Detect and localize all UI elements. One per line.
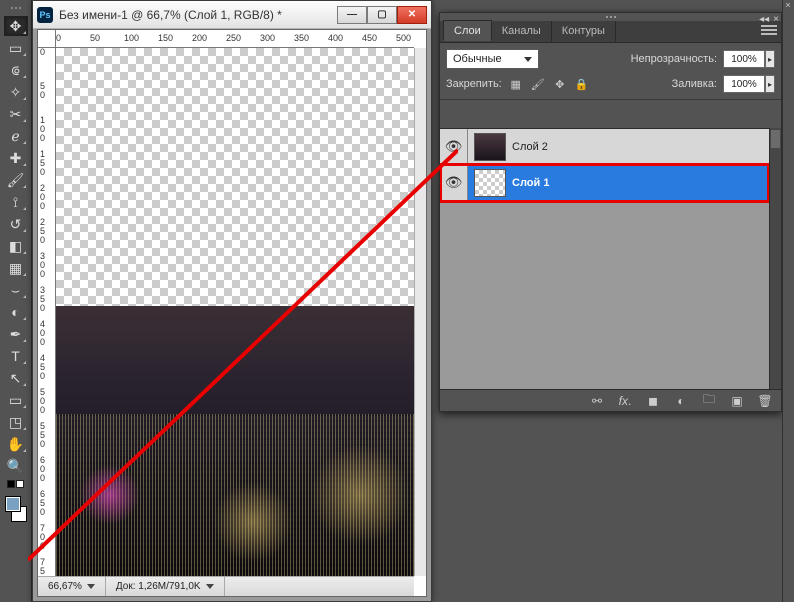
lock-transparency-icon[interactable]: ▦: [508, 76, 524, 92]
layer-scrollbar[interactable]: [769, 128, 781, 389]
lasso-tool[interactable]: ⟃: [4, 60, 28, 80]
layer-fx-icon[interactable]: fx.: [615, 393, 635, 409]
blur-tool[interactable]: ⌣: [4, 280, 28, 300]
status-bar: 66,67% Док: 1,26M/791,0K: [38, 576, 414, 596]
lock-label: Закрепить:: [446, 78, 502, 90]
shape-tool[interactable]: ▭: [4, 390, 28, 410]
lock-pixels-icon[interactable]: 🖌: [530, 76, 546, 92]
lock-all-icon[interactable]: 🔒: [574, 76, 590, 92]
move-tool[interactable]: ✥: [4, 16, 28, 36]
layer-mask-icon[interactable]: ◼: [643, 393, 663, 409]
stamp-tool[interactable]: ⟟: [4, 192, 28, 212]
type-tool[interactable]: T: [4, 346, 28, 366]
opacity-label: Непрозрачность:: [631, 53, 717, 65]
eyedropper-tool[interactable]: ℯ: [4, 126, 28, 146]
minimize-button[interactable]: —: [337, 6, 367, 24]
group-icon[interactable]: 🗀: [699, 393, 719, 409]
layers-panel-footer: ⚯ fx. ◼ ◐ 🗀 ▣ 🗑: [440, 389, 781, 411]
maximize-button[interactable]: ▢: [367, 6, 397, 24]
opacity-input[interactable]: 100%: [723, 50, 765, 68]
new-layer-icon[interactable]: ▣: [727, 393, 747, 409]
tab-channels[interactable]: Каналы: [492, 21, 552, 42]
fill-input[interactable]: 100%: [723, 75, 765, 93]
tab-paths[interactable]: Контуры: [552, 21, 616, 42]
layer-list[interactable]: 👁 Слой 2 👁 Слой 1: [440, 128, 769, 389]
document-title: Без имени-1 @ 66,7% (Слой 1, RGB/8) *: [59, 8, 331, 22]
close-button[interactable]: ✕: [397, 6, 427, 24]
tab-layers[interactable]: Слои: [443, 20, 492, 41]
layers-panel: ◂◂ × Слои Каналы Контуры Обычные Непрозр…: [439, 12, 782, 412]
opacity-arrow[interactable]: ▸: [765, 50, 775, 68]
layer-row-selected[interactable]: 👁 Слой 1: [440, 165, 769, 201]
dodge-tool[interactable]: ◐: [4, 302, 28, 322]
zoom-status[interactable]: 66,67%: [38, 577, 106, 596]
panel-menu-icon[interactable]: [761, 23, 777, 37]
panel-tabs: Слои Каналы Контуры: [440, 21, 781, 43]
ruler-horizontal[interactable]: 050100150200250300350400450500: [56, 30, 414, 48]
palette-dock[interactable]: ×: [782, 0, 794, 602]
layer-row[interactable]: 👁 Слой 2: [440, 129, 769, 165]
app-icon: Ps: [37, 7, 53, 23]
zoom-tool[interactable]: 🔍: [4, 456, 28, 476]
ruler-origin[interactable]: [38, 30, 56, 48]
fill-label: Заливка:: [672, 78, 717, 90]
color-swatch[interactable]: [3, 494, 29, 524]
fill-arrow[interactable]: ▸: [765, 75, 775, 93]
history-brush-tool[interactable]: ↺: [4, 214, 28, 234]
lock-position-icon[interactable]: ✥: [552, 76, 568, 92]
path-select-tool[interactable]: ↖: [4, 368, 28, 388]
crop-tool[interactable]: ✂: [4, 104, 28, 124]
3d-tool[interactable]: ◳: [4, 412, 28, 432]
hand-tool[interactable]: ✋: [4, 434, 28, 454]
pen-tool[interactable]: ✒: [4, 324, 28, 344]
annotation-line: [28, 130, 458, 570]
layer-name[interactable]: Слой 1: [512, 177, 549, 189]
marquee-tool[interactable]: ▭: [4, 38, 28, 58]
link-layers-icon[interactable]: ⚯: [587, 393, 607, 409]
eraser-tool[interactable]: ◧: [4, 236, 28, 256]
dock-collapse-icon[interactable]: ×: [782, 0, 794, 12]
delete-layer-icon[interactable]: 🗑: [755, 393, 775, 409]
adjustment-layer-icon[interactable]: ◐: [671, 393, 691, 409]
layer-thumbnail[interactable]: [474, 133, 506, 161]
healing-tool[interactable]: ✚: [4, 148, 28, 168]
blend-mode-select[interactable]: Обычные: [446, 49, 539, 69]
layer-name[interactable]: Слой 2: [512, 141, 548, 153]
brush-tool[interactable]: 🖌: [4, 170, 28, 190]
wand-tool[interactable]: ✧: [4, 82, 28, 102]
titlebar[interactable]: Ps Без имени-1 @ 66,7% (Слой 1, RGB/8) *…: [33, 1, 431, 29]
layer-thumbnail[interactable]: [474, 169, 506, 197]
default-colors-icon[interactable]: [7, 480, 25, 490]
doc-size-status[interactable]: Док: 1,26M/791,0K: [106, 577, 225, 596]
gradient-tool[interactable]: ▦: [4, 258, 28, 278]
